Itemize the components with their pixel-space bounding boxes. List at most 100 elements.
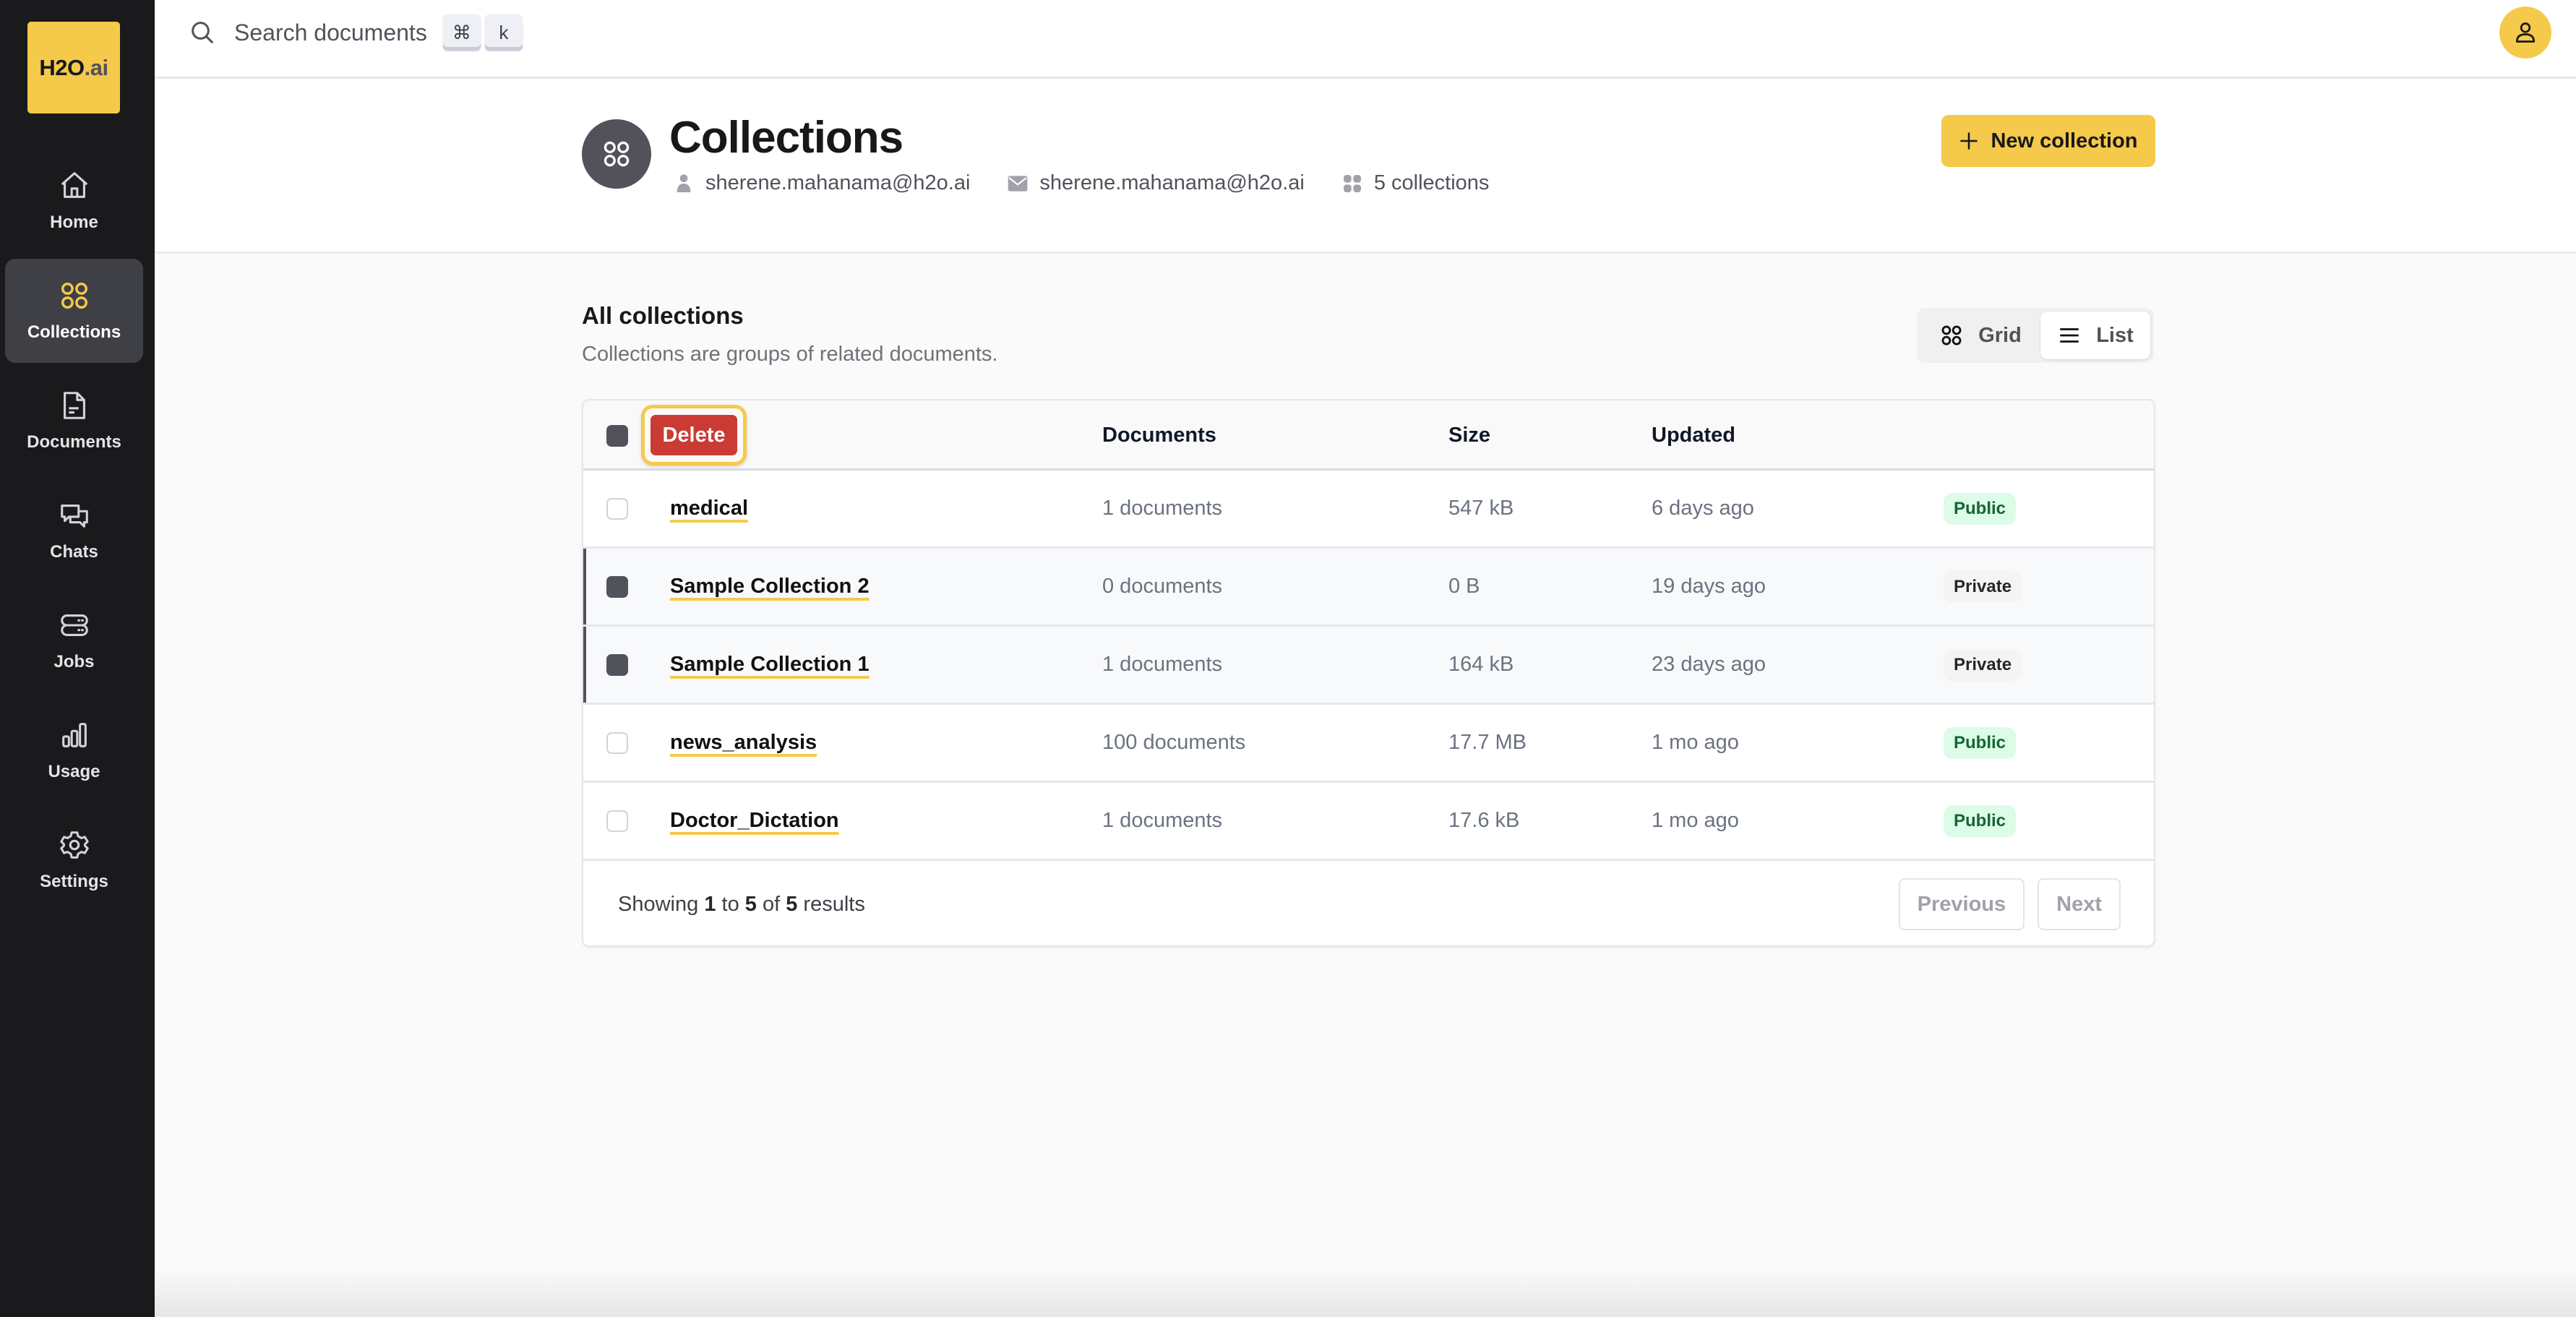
summary-from: 1 bbox=[704, 892, 716, 916]
summary-of-word: of bbox=[762, 892, 781, 916]
size-cell: 0 B bbox=[1448, 575, 1480, 598]
row-checkbox-cell bbox=[606, 783, 628, 859]
updated-cell: 19 days ago bbox=[1652, 575, 1766, 598]
sidebar-item-collections[interactable]: Collections bbox=[5, 259, 143, 363]
sidebar-nav: Home Collections Documents Chats Jobs Us… bbox=[5, 149, 143, 918]
delete-button[interactable]: Delete bbox=[651, 415, 737, 455]
collections-avatar bbox=[582, 119, 651, 189]
summary-total: 5 bbox=[786, 892, 798, 916]
list-view-button[interactable]: List bbox=[2040, 312, 2150, 359]
sidebar-item-usage[interactable]: Usage bbox=[5, 698, 143, 802]
sidebar-item-label: Documents bbox=[27, 432, 121, 452]
row-checkbox[interactable] bbox=[606, 732, 628, 754]
new-collection-button[interactable]: New collection bbox=[1941, 115, 2155, 167]
shortcut-key-cmd: ⌘ bbox=[442, 14, 481, 51]
documents-cell: 1 documents bbox=[1102, 653, 1223, 676]
row-checkbox[interactable] bbox=[606, 575, 628, 598]
row-checkbox[interactable] bbox=[606, 497, 628, 520]
visibility-cell: Public bbox=[1944, 783, 2017, 859]
list-icon bbox=[2060, 328, 2079, 343]
documents-cell: 100 documents bbox=[1102, 731, 1246, 754]
column-header-size: Size bbox=[1448, 424, 1491, 447]
user-icon bbox=[2516, 22, 2535, 43]
documents-cell: 1 documents bbox=[1102, 809, 1223, 832]
visibility-badge: Public bbox=[1944, 492, 2017, 525]
grid-icon bbox=[1941, 325, 1962, 346]
collection-link[interactable]: Sample Collection 2 bbox=[670, 575, 870, 599]
next-page-button[interactable]: Next bbox=[2038, 878, 2121, 930]
visibility-cell: Private bbox=[1944, 549, 2022, 625]
table-row[interactable]: Sample Collection 1 1 documents 164 kB 2… bbox=[583, 627, 2154, 705]
visibility-badge: Public bbox=[1944, 805, 2017, 837]
table-header: Delete Documents Size Updated bbox=[583, 400, 2154, 471]
sidebar-item-home[interactable]: Home bbox=[5, 149, 143, 253]
h2o-logo[interactable]: H2O .ai bbox=[27, 22, 120, 113]
collections-icon bbox=[604, 141, 630, 167]
visibility-badge: Public bbox=[1944, 726, 2017, 759]
visibility-badge: Private bbox=[1944, 648, 2022, 681]
row-checkbox-cell bbox=[606, 471, 628, 546]
sidebar-item-label: Jobs bbox=[53, 652, 95, 672]
jobs-icon bbox=[60, 614, 88, 636]
visibility-badge: Private bbox=[1944, 570, 2022, 603]
bottom-shade bbox=[155, 1266, 2576, 1317]
view-toggle: Grid List bbox=[1917, 308, 2154, 363]
chats-icon bbox=[60, 505, 88, 528]
updated-cell: 1 mo ago bbox=[1652, 809, 1739, 832]
collection-link[interactable]: medical bbox=[670, 497, 748, 520]
table-row[interactable]: medical 1 documents 547 kB 6 days ago Pu… bbox=[583, 471, 2154, 549]
table-row[interactable]: Sample Collection 2 0 documents 0 B 19 d… bbox=[583, 549, 2154, 627]
logo-suffix: .ai bbox=[84, 54, 108, 80]
section-title: All collections bbox=[582, 302, 744, 329]
user-avatar-button[interactable] bbox=[2499, 7, 2551, 59]
sidebar-item-jobs[interactable]: Jobs bbox=[5, 588, 143, 692]
table-row[interactable]: news_analysis 100 documents 17.7 MB 1 mo… bbox=[583, 705, 2154, 783]
name-cell: Doctor_Dictation bbox=[670, 783, 839, 859]
plus-icon bbox=[1960, 132, 1978, 150]
page-header: Collections sherene.mahanama@h2o.ai sher… bbox=[155, 79, 2576, 254]
select-all-checkbox[interactable] bbox=[606, 424, 628, 447]
select-all-cell bbox=[606, 400, 628, 471]
collections-table: Delete Documents Size Updated medical 1 … bbox=[582, 399, 2155, 947]
updated-cell: 1 mo ago bbox=[1652, 731, 1739, 754]
name-cell: Sample Collection 1 bbox=[670, 627, 870, 703]
collection-link[interactable]: Doctor_Dictation bbox=[670, 809, 839, 833]
page-title: Collections bbox=[669, 113, 903, 163]
table-row[interactable]: Doctor_Dictation 1 documents 17.6 kB 1 m… bbox=[583, 783, 2154, 861]
name-cell: medical bbox=[670, 471, 748, 546]
collection-link[interactable]: Sample Collection 1 bbox=[670, 653, 870, 677]
row-checkbox[interactable] bbox=[606, 653, 628, 676]
sidebar-item-settings[interactable]: Settings bbox=[5, 808, 143, 912]
count-meta: 5 collections bbox=[1341, 171, 1489, 195]
row-checkbox-cell bbox=[606, 549, 628, 625]
user-icon bbox=[677, 173, 691, 192]
row-checkbox-cell bbox=[606, 705, 628, 781]
search-icon bbox=[192, 22, 213, 43]
search-input[interactable]: Search documents ⌘ k bbox=[188, 13, 527, 52]
previous-page-button[interactable]: Previous bbox=[1898, 878, 2025, 930]
summary-to-word: to bbox=[721, 892, 739, 916]
owner-name: sherene.mahanama@h2o.ai bbox=[705, 171, 971, 194]
collection-link[interactable]: news_analysis bbox=[670, 731, 817, 755]
sidebar-item-documents[interactable]: Documents bbox=[5, 369, 143, 473]
sidebar-item-label: Settings bbox=[40, 872, 108, 891]
sidebar: H2O .ai Home Collections Documents Chats … bbox=[0, 0, 155, 1317]
list-view-label: List bbox=[2096, 323, 2134, 347]
sidebar-item-label: Chats bbox=[50, 542, 98, 562]
new-collection-label: New collection bbox=[1991, 129, 2138, 153]
delete-highlight: Delete bbox=[641, 405, 747, 466]
page-meta: sherene.mahanama@h2o.ai sherene.mahanama… bbox=[672, 171, 1525, 195]
settings-icon bbox=[59, 831, 89, 859]
sidebar-item-label: Usage bbox=[48, 762, 100, 781]
grid-view-label: Grid bbox=[1978, 323, 2022, 347]
owner-meta: sherene.mahanama@h2o.ai bbox=[672, 171, 970, 195]
grid-view-button[interactable]: Grid bbox=[1920, 312, 2040, 359]
sidebar-item-chats[interactable]: Chats bbox=[5, 479, 143, 583]
sidebar-item-label: Home bbox=[50, 213, 98, 232]
row-checkbox[interactable] bbox=[606, 810, 628, 832]
size-cell: 17.6 kB bbox=[1448, 809, 1520, 832]
home-icon bbox=[61, 172, 87, 198]
table-footer: Showing 1 to 5 of 5 results Previous Nex… bbox=[583, 861, 2154, 945]
size-cell: 547 kB bbox=[1448, 497, 1514, 520]
shortcut-key-k: k bbox=[484, 14, 523, 51]
